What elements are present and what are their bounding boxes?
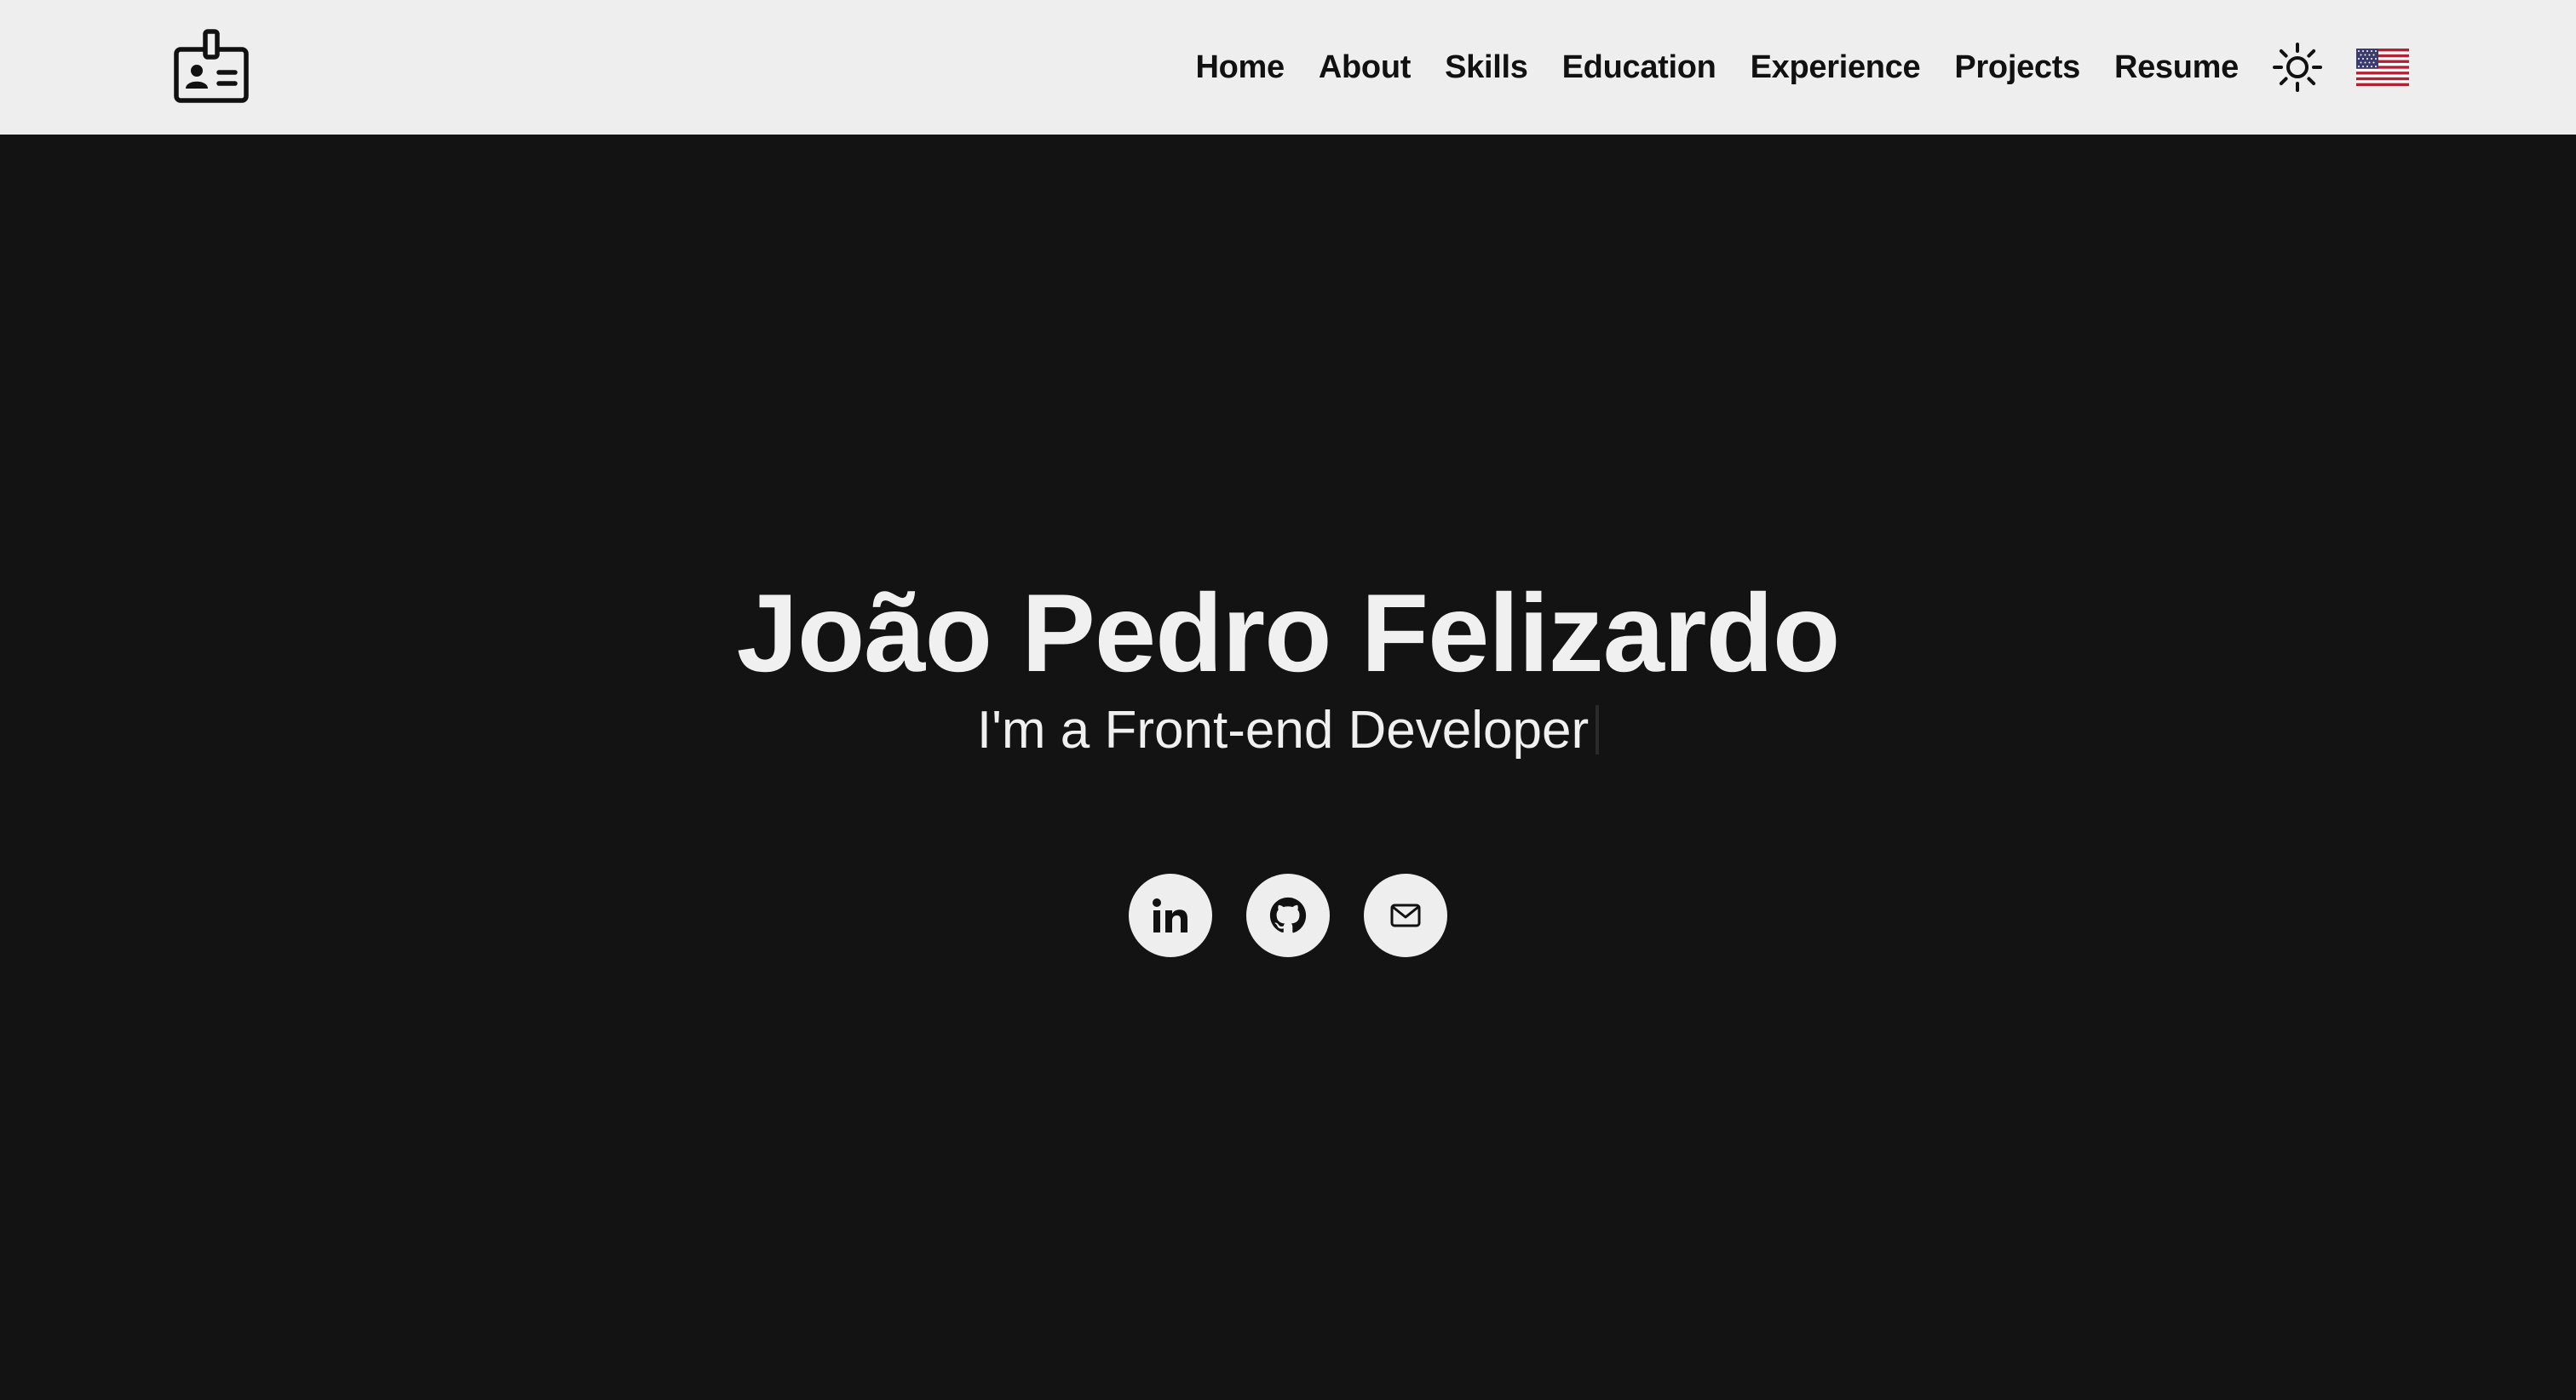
- hero-section: João Pedro Felizardo I'm a Front-end Dev…: [0, 135, 2576, 1400]
- nav-links: Home About Skills Education Experience P…: [1161, 0, 2409, 135]
- linkedin-icon: [1153, 898, 1187, 932]
- theme-toggle-button[interactable]: [2273, 43, 2322, 92]
- nav-link-experience[interactable]: Experience: [1751, 49, 1921, 86]
- typing-cursor: [1596, 705, 1600, 755]
- nav-link-home[interactable]: Home: [1195, 49, 1285, 86]
- nav-link-education[interactable]: Education: [1562, 49, 1716, 86]
- hero-subtitle: I'm a Front-end Developer: [976, 701, 1590, 760]
- hero-name: João Pedro Felizardo: [736, 571, 1841, 695]
- github-icon: [1269, 897, 1307, 933]
- us-flag-icon[interactable]: [2356, 49, 2409, 86]
- social-links: [0, 874, 2576, 957]
- github-button[interactable]: [1246, 874, 1330, 957]
- linkedin-button[interactable]: [1129, 874, 1212, 957]
- email-button[interactable]: [1364, 874, 1447, 957]
- id-badge-icon[interactable]: [174, 29, 249, 104]
- hero-subtitle-wrap: I'm a Front-end Developer: [0, 697, 2576, 765]
- navbar: Home About Skills Education Experience P…: [0, 0, 2576, 135]
- nav-link-skills[interactable]: Skills: [1445, 49, 1528, 86]
- nav-link-projects[interactable]: Projects: [1954, 49, 2080, 86]
- mail-icon: [1390, 904, 1421, 927]
- sun-icon: [2273, 43, 2322, 92]
- nav-link-resume[interactable]: Resume: [2114, 49, 2239, 86]
- nav-link-about[interactable]: About: [1319, 49, 1412, 86]
- page: Home About Skills Education Experience P…: [0, 0, 2576, 1400]
